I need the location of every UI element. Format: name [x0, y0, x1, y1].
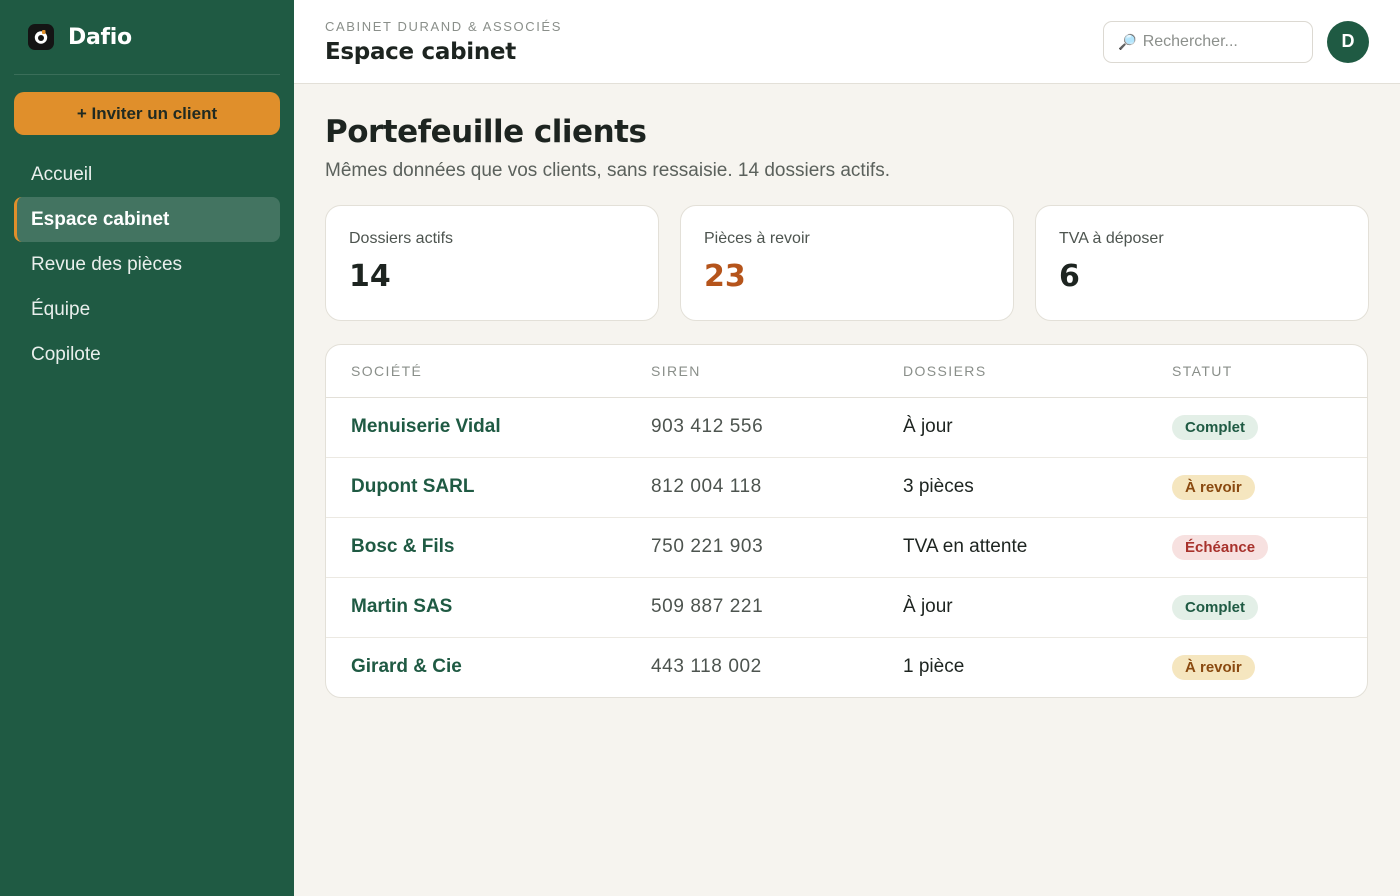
content: Portefeuille clients Mêmes données que v… [294, 84, 1400, 698]
sidebar-item-copilote[interactable]: Copilote [14, 332, 280, 377]
column-header-societe[interactable]: SOCIÉTÉ [326, 345, 626, 398]
status-cell: À revoir [1147, 457, 1367, 518]
stat-value: 6 [1059, 259, 1080, 294]
dossiers-value: TVA en attente [878, 517, 1147, 578]
siren-value: 750 221 903 [626, 517, 878, 578]
company-name[interactable]: Bosc & Fils [326, 517, 626, 578]
section-title: Espace cabinet [325, 38, 516, 65]
stat-card-pieces-a-revoir[interactable]: Pièces à revoir 23 [680, 205, 1014, 321]
siren-value: 509 887 221 [626, 577, 878, 638]
page-subtitle: Mêmes données que vos clients, sans ress… [325, 160, 890, 181]
stat-label: Dossiers actifs [349, 230, 454, 247]
dossiers-value: À jour [878, 577, 1147, 638]
search-icon: 🔎 [1118, 33, 1137, 51]
table-row[interactable]: Girard & Cie 443 118 002 1 pièce À revoi… [326, 637, 1367, 697]
sidebar-item-revue-des-pieces[interactable]: Revue des pièces [14, 242, 280, 287]
sidebar-nav: Accueil Espace cabinet Revue des pièces … [14, 152, 280, 377]
dossiers-value: À jour [878, 397, 1147, 458]
clients-table: SOCIÉTÉ SIREN DOSSIERS STATUT Menuiserie… [326, 345, 1367, 697]
sidebar: Dafio + Inviter un client Accueil Espace… [0, 0, 294, 896]
breadcrumb: CABINET DURAND & ASSOCIÉS Espace cabinet [325, 19, 562, 65]
sidebar-item-equipe[interactable]: Équipe [14, 287, 280, 332]
column-header-siren[interactable]: SIREN [626, 345, 878, 398]
firm-name: CABINET DURAND & ASSOCIÉS [325, 18, 562, 34]
invite-client-button[interactable]: + Inviter un client [14, 92, 280, 135]
siren-value: 903 412 556 [626, 397, 878, 458]
company-name[interactable]: Menuiserie Vidal [326, 397, 626, 458]
status-badge: Échéance [1172, 534, 1269, 560]
column-header-dossiers[interactable]: DOSSIERS [878, 345, 1147, 398]
dossiers-value: 1 pièce [903, 656, 965, 678]
status-cell: Complet [1147, 577, 1367, 638]
main-area: CABINET DURAND & ASSOCIÉS Espace cabinet… [294, 0, 1400, 896]
stat-card-tva-a-deposer[interactable]: TVA à déposer 6 [1035, 205, 1369, 321]
search-input[interactable] [1142, 32, 1303, 51]
siren-value: 812 004 118 [626, 457, 878, 518]
dossiers-value: 3 pièces [878, 457, 1147, 518]
company-name[interactable]: Martin SAS [326, 577, 626, 638]
sidebar-item-accueil[interactable]: Accueil [14, 152, 280, 197]
siren-value: 443 118 002 [651, 656, 762, 678]
stat-label: Pièces à revoir [704, 230, 810, 247]
topbar-actions: 🔎 D [1103, 20, 1369, 63]
column-header-statut[interactable]: STATUT [1147, 345, 1367, 398]
table-row[interactable]: Menuiserie Vidal 903 412 556 À jour Comp… [326, 397, 1367, 458]
status-cell: À revoir [1147, 637, 1367, 697]
status-badge: Complet [1172, 594, 1258, 620]
company-name[interactable]: Girard & Cie [326, 637, 626, 697]
search-box[interactable]: 🔎 [1103, 20, 1313, 63]
status-badge: Complet [1172, 414, 1258, 440]
table-row[interactable]: Bosc & Fils 750 221 903 TVA en attente É… [326, 517, 1367, 578]
stat-label: TVA à déposer [1059, 230, 1164, 247]
table-row[interactable]: Martin SAS 509 887 221 À jour Complet [326, 577, 1367, 638]
status-cell: Échéance [1147, 517, 1367, 578]
brand[interactable]: Dafio [14, 0, 280, 75]
table-row[interactable]: Dupont SARL 812 004 118 3 pièces À revoi… [326, 457, 1367, 518]
status-cell: Complet [1147, 397, 1367, 458]
table-header-row: SOCIÉTÉ SIREN DOSSIERS STATUT [326, 345, 1367, 398]
company-name[interactable]: Dupont SARL [326, 457, 626, 518]
sidebar-item-espace-cabinet[interactable]: Espace cabinet [14, 197, 280, 242]
stat-card-dossiers-actifs[interactable]: Dossiers actifs 14 [325, 205, 659, 321]
clients-table-card: SOCIÉTÉ SIREN DOSSIERS STATUT Menuiserie… [325, 344, 1368, 698]
stats-row: Dossiers actifs 14 Pièces à revoir 23 TV… [325, 205, 1369, 321]
dafio-logo-icon [28, 24, 54, 50]
brand-name: Dafio [68, 24, 132, 50]
status-badge: À revoir [1172, 474, 1255, 500]
status-badge: À revoir [1172, 654, 1255, 680]
page-title: Portefeuille clients [325, 114, 647, 150]
topbar: CABINET DURAND & ASSOCIÉS Espace cabinet… [294, 0, 1400, 84]
stat-value: 14 [349, 259, 391, 294]
stat-value: 23 [704, 259, 746, 294]
avatar[interactable]: D [1327, 20, 1369, 63]
